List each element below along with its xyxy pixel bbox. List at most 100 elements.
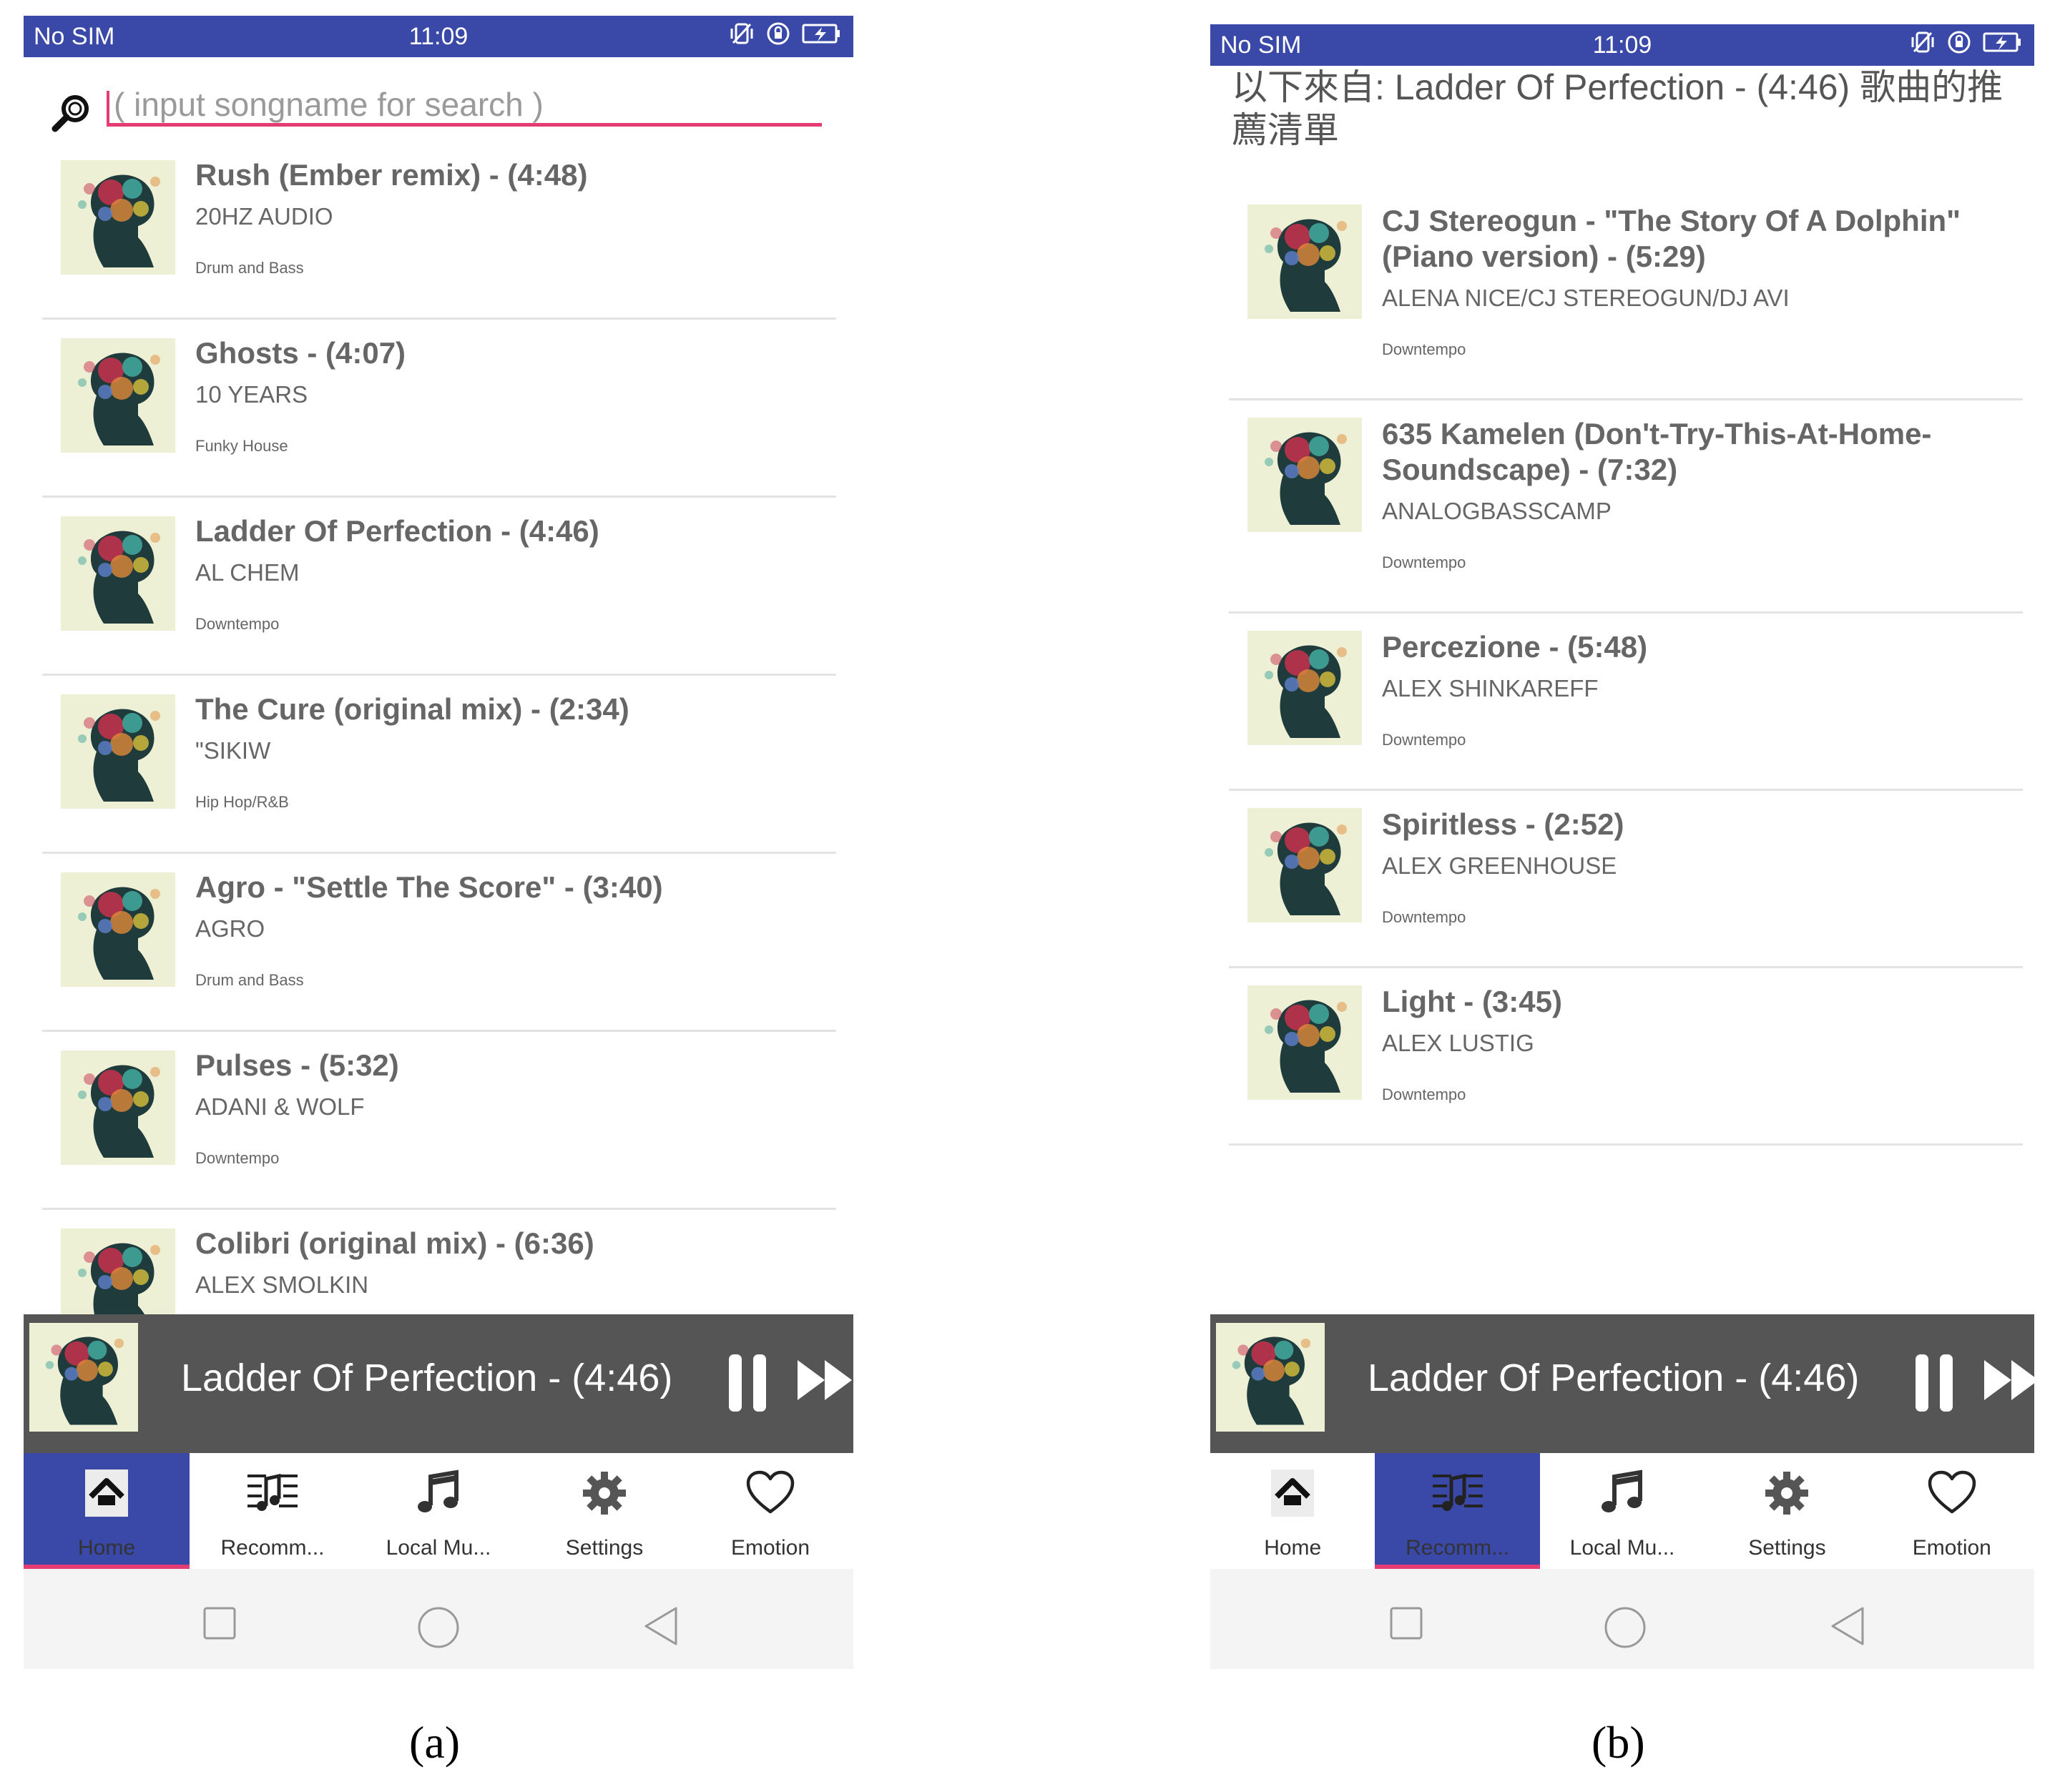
vibrate-icon bbox=[730, 23, 753, 44]
song-genre: Hip Hop/R&B bbox=[195, 793, 289, 811]
album-art bbox=[61, 694, 175, 809]
album-art bbox=[61, 872, 175, 987]
now-playing-title: Ladder Of Perfection - (4:46) bbox=[181, 1357, 673, 1399]
search-input[interactable]: ( input songname for search ) bbox=[107, 86, 822, 127]
music-note-icon bbox=[1540, 1466, 1705, 1520]
pause-button[interactable] bbox=[726, 1353, 769, 1413]
song-row[interactable]: Spiritless - (2:52) ALEX GREENHOUSE Downte… bbox=[1229, 791, 2023, 968]
song-row[interactable]: Rush (Ember remix) - (4:48) 20HZ AUDIO Dru… bbox=[42, 142, 836, 320]
song-row[interactable]: Agro - "Settle The Score" - (3:40) AGRO Dr… bbox=[42, 854, 836, 1032]
tab-local-mu[interactable]: Local Mu... bbox=[1540, 1453, 1705, 1569]
song-title-block: Colibri (original mix) - (6:36) ALEX SMOL… bbox=[195, 1226, 815, 1303]
song-artist: 10 YEARS bbox=[195, 381, 308, 408]
song-artist: AL CHEM bbox=[195, 559, 300, 586]
tab-label: Recomm... bbox=[1406, 1536, 1510, 1560]
caption-a: (a) bbox=[409, 1717, 461, 1768]
fast-forward-button[interactable] bbox=[796, 1357, 853, 1403]
bottom-nav: Home Recomm... Local Mu... Settings Emotion bbox=[1210, 1453, 2034, 1569]
rotation-lock-icon bbox=[1948, 31, 1971, 54]
album-art bbox=[1247, 985, 1362, 1100]
mini-player[interactable]: Ladder Of Perfection - (4:46) bbox=[24, 1314, 853, 1453]
song-row[interactable]: Pulses - (5:32) ADANI & WOLF Downtempo bbox=[42, 1032, 836, 1210]
tab-emotion[interactable]: Emotion bbox=[1870, 1453, 2034, 1569]
song-row[interactable]: Ghosts - (4:07) 10 YEARS Funky House bbox=[42, 320, 836, 498]
home-system-button[interactable] bbox=[417, 1606, 460, 1649]
home-icon bbox=[1210, 1466, 1375, 1520]
album-art bbox=[1247, 631, 1362, 745]
song-genre: Downtempo bbox=[1382, 731, 1466, 749]
tab-recomm[interactable]: Recomm... bbox=[190, 1453, 355, 1569]
song-row[interactable]: Percezione - (5:48) ALEX SHINKAREFF Downte… bbox=[1229, 614, 2023, 791]
song-artist: ALENA NICE/CJ STEREOGUN/DJ AVI bbox=[1382, 285, 1790, 311]
recommend-icon bbox=[190, 1466, 355, 1520]
system-nav-bar bbox=[24, 1569, 853, 1669]
tab-recomm[interactable]: Recomm... bbox=[1375, 1453, 1541, 1569]
heart-icon bbox=[1870, 1466, 2034, 1520]
song-row[interactable]: 635 Kamelen (Don't-Try-This-At-Home-Soun… bbox=[1229, 400, 2023, 614]
tab-settings[interactable]: Settings bbox=[1705, 1453, 1869, 1569]
status-bar: No SIM 11:09 bbox=[24, 16, 853, 57]
tab-home[interactable]: Home bbox=[24, 1453, 190, 1569]
song-title-block: Ladder Of Perfection - (4:46) AL CHEM Down… bbox=[195, 513, 815, 642]
tab-emotion[interactable]: Emotion bbox=[687, 1453, 853, 1569]
song-row[interactable]: CJ Stereogun - "The Story Of A Dolphin" … bbox=[1229, 187, 2023, 400]
song-artist: AGRO bbox=[195, 915, 265, 942]
song-row[interactable]: Ladder Of Perfection - (4:46) AL CHEM Down… bbox=[42, 498, 836, 676]
song-row[interactable]: Light - (3:45) ALEX LUSTIG Downtempo bbox=[1229, 968, 2023, 1146]
caption-b: (b) bbox=[1591, 1717, 1645, 1768]
song-row[interactable]: The Cure (original mix) - (2:34) "SIKIW Hi… bbox=[42, 676, 836, 854]
status-icons bbox=[1910, 30, 2023, 54]
fast-forward-button[interactable] bbox=[1983, 1357, 2034, 1403]
tab-local-mu[interactable]: Local Mu... bbox=[355, 1453, 521, 1569]
song-title-block: Percezione - (5:48) ALEX SHINKAREFF Downte… bbox=[1382, 629, 2001, 758]
song-title: Spiritless - (2:52) bbox=[1382, 807, 1624, 841]
album-art bbox=[1247, 808, 1362, 922]
song-artist: ADANI & WOLF bbox=[195, 1093, 365, 1120]
recommend-icon bbox=[1375, 1466, 1539, 1520]
song-title-block: 635 Kamelen (Don't-Try-This-At-Home-Soun… bbox=[1382, 416, 2001, 581]
tab-label: Home bbox=[77, 1536, 136, 1560]
tab-home[interactable]: Home bbox=[1210, 1453, 1375, 1569]
tab-settings[interactable]: Settings bbox=[521, 1453, 687, 1569]
song-title-block: CJ Stereogun - "The Story Of A Dolphin" … bbox=[1382, 203, 2001, 368]
tab-label: Settings bbox=[565, 1536, 644, 1560]
pause-button[interactable] bbox=[1913, 1353, 1956, 1413]
song-title: Percezione - (5:48) bbox=[1382, 630, 1648, 664]
recent-apps-button[interactable] bbox=[1389, 1606, 1423, 1640]
song-row[interactable]: Colibri (original mix) - (6:36) ALEX SMOL… bbox=[42, 1210, 836, 1321]
battery-icon bbox=[802, 24, 840, 44]
tab-label: Emotion bbox=[1912, 1536, 1991, 1560]
album-art bbox=[1247, 418, 1362, 532]
song-title: The Cure (original mix) - (2:34) bbox=[195, 692, 629, 726]
song-artist: ANALOGBASSCAMP bbox=[1382, 498, 1612, 524]
vibrate-icon bbox=[1911, 31, 1934, 53]
song-genre: Drum and Bass bbox=[195, 259, 304, 277]
song-title: Pulses - (5:32) bbox=[195, 1048, 399, 1082]
back-button[interactable] bbox=[1830, 1606, 1865, 1646]
text-caret bbox=[107, 90, 109, 124]
now-playing-title: Ladder Of Perfection - (4:46) bbox=[1368, 1357, 1860, 1399]
song-title-block: Agro - "Settle The Score" - (3:40) AGRO Dr… bbox=[195, 870, 815, 998]
back-button[interactable] bbox=[643, 1606, 679, 1646]
bottom-nav: Home Recomm... Local Mu... Settings Emotion bbox=[24, 1453, 853, 1569]
gear-icon bbox=[1705, 1466, 1869, 1520]
song-genre: Downtempo bbox=[195, 615, 280, 633]
song-title-block: Pulses - (5:32) ADANI & WOLF Downtempo bbox=[195, 1048, 815, 1176]
tab-label: Emotion bbox=[730, 1536, 810, 1560]
battery-icon bbox=[1983, 32, 2021, 52]
song-title: Rush (Ember remix) - (4:48) bbox=[195, 158, 588, 192]
song-title-block: Rush (Ember remix) - (4:48) 20HZ AUDIO Dru… bbox=[195, 157, 815, 286]
album-art bbox=[61, 338, 175, 453]
song-title: Ghosts - (4:07) bbox=[195, 336, 406, 370]
music-note-icon bbox=[355, 1466, 521, 1520]
home-icon bbox=[24, 1466, 190, 1520]
recent-apps-button[interactable] bbox=[202, 1606, 237, 1640]
home-system-button[interactable] bbox=[1604, 1606, 1647, 1649]
mini-player[interactable]: Ladder Of Perfection - (4:46) bbox=[1210, 1314, 2034, 1453]
tab-label: Local Mu... bbox=[1569, 1536, 1675, 1560]
search-icon[interactable] bbox=[49, 92, 95, 134]
album-art bbox=[61, 516, 175, 631]
song-title: Colibri (original mix) - (6:36) bbox=[195, 1226, 594, 1260]
song-title: CJ Stereogun - "The Story Of A Dolphin" … bbox=[1382, 204, 1961, 273]
tab-label: Local Mu... bbox=[386, 1536, 491, 1560]
